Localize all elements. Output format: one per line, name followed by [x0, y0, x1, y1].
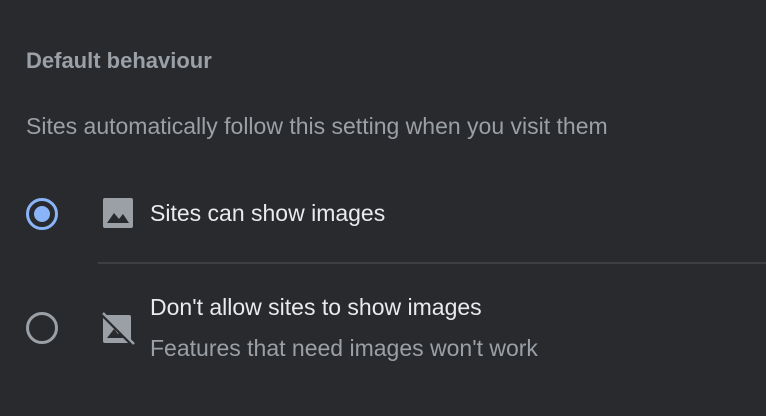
block-images-label[interactable]: Don't allow sites to show images: [150, 292, 482, 322]
block-images-radio[interactable]: [26, 312, 58, 344]
block-images-sublabel: Features that need images won't work: [150, 335, 538, 361]
default-behaviour-panel: Default behaviour Sites automatically fo…: [0, 0, 766, 416]
allow-images-radio[interactable]: [26, 198, 58, 230]
radio-selected-dot: [34, 206, 50, 222]
divider: [98, 262, 766, 264]
allow-images-label[interactable]: Sites can show images: [150, 198, 385, 228]
image-blocked-icon: [101, 312, 135, 345]
section-title: Default behaviour: [26, 48, 212, 73]
section-description: Sites automatically follow this setting …: [26, 113, 608, 139]
image-icon: [103, 198, 133, 228]
